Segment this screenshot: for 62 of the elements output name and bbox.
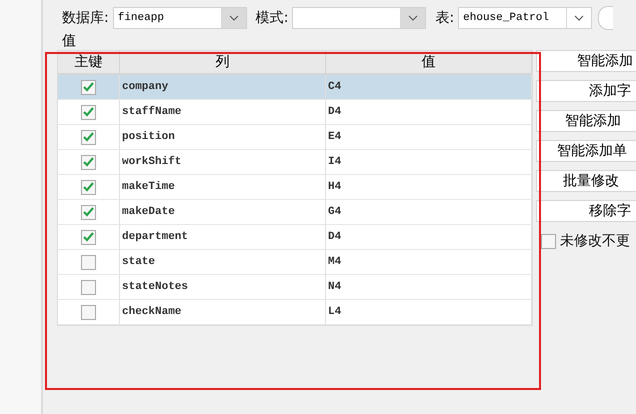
- action-button[interactable]: 智能添加单: [536, 140, 636, 162]
- action-button[interactable]: 智能添加: [536, 110, 636, 132]
- table-cell: makeTime: [120, 175, 326, 199]
- table-dropdown[interactable]: ehouse_Patrol: [458, 7, 592, 29]
- table-cell: stateNotes: [120, 275, 326, 299]
- checkbox[interactable]: [81, 130, 96, 144]
- option-label: 未修改不更: [560, 232, 630, 250]
- schema-dropdown[interactable]: [292, 7, 426, 29]
- table-cell: makeDate: [120, 200, 326, 224]
- table-row[interactable]: workShift I4: [58, 150, 532, 175]
- table-cell: C4: [326, 75, 532, 99]
- table-cell: M4: [326, 250, 532, 274]
- table-cell: E4: [326, 125, 532, 149]
- table-cell: I4: [326, 150, 532, 174]
- caret-icon: [574, 15, 584, 21]
- table-cell: checkName: [120, 300, 326, 324]
- checkbox[interactable]: [81, 304, 96, 320]
- table-row[interactable]: staffName D4: [58, 100, 532, 125]
- table-cell: staffName: [120, 100, 326, 124]
- checkbox[interactable]: [81, 104, 96, 120]
- section-title: 值: [62, 34, 77, 49]
- table-cell: department: [120, 225, 326, 249]
- checkbox[interactable]: [541, 234, 556, 248]
- column-header[interactable]: 列: [120, 51, 326, 73]
- table-row[interactable]: state M4: [58, 250, 532, 275]
- caret-icon: [408, 15, 418, 21]
- checkbox[interactable]: [81, 154, 96, 170]
- column-header[interactable]: 主键: [58, 51, 120, 73]
- round-button[interactable]: [598, 6, 614, 30]
- checkbox[interactable]: [81, 80, 96, 94]
- action-button[interactable]: 移除字: [536, 200, 636, 222]
- schema-label: 模式:: [256, 9, 288, 27]
- checkbox[interactable]: [81, 180, 96, 194]
- action-button[interactable]: 添加字: [536, 80, 636, 102]
- checkbox[interactable]: [81, 280, 96, 294]
- database-dropdown[interactable]: fineapp: [112, 7, 247, 29]
- table-label: 表:: [435, 9, 454, 27]
- table-row[interactable]: checkName L4: [58, 300, 532, 325]
- action-button[interactable]: 智能添加: [536, 50, 636, 72]
- table-cell: H4: [326, 175, 532, 199]
- table-row[interactable]: department D4: [58, 225, 532, 250]
- action-button[interactable]: 批量修改: [536, 170, 636, 192]
- database-label: 数据库:: [62, 9, 109, 27]
- table-row[interactable]: position E4: [58, 125, 532, 150]
- checkbox[interactable]: [81, 230, 96, 244]
- table-cell: N4: [326, 275, 532, 299]
- table-cell: workShift: [120, 150, 326, 174]
- checkbox[interactable]: [81, 204, 96, 220]
- table-row[interactable]: stateNotes N4: [58, 275, 532, 300]
- column-header[interactable]: 值: [326, 51, 532, 73]
- caret-icon: [228, 15, 239, 21]
- table-cell: D4: [326, 225, 532, 249]
- table-cell: company: [120, 75, 326, 99]
- table-cell: state: [120, 250, 326, 274]
- table-cell: D4: [326, 100, 532, 124]
- table-row[interactable]: makeDate G4: [58, 200, 532, 225]
- table-cell: L4: [326, 300, 532, 324]
- checkbox[interactable]: [81, 254, 96, 270]
- table-row[interactable]: makeTime H4: [58, 175, 532, 200]
- table-cell: position: [120, 125, 326, 149]
- table-row[interactable]: company C4: [58, 75, 532, 100]
- table-cell: G4: [326, 200, 532, 224]
